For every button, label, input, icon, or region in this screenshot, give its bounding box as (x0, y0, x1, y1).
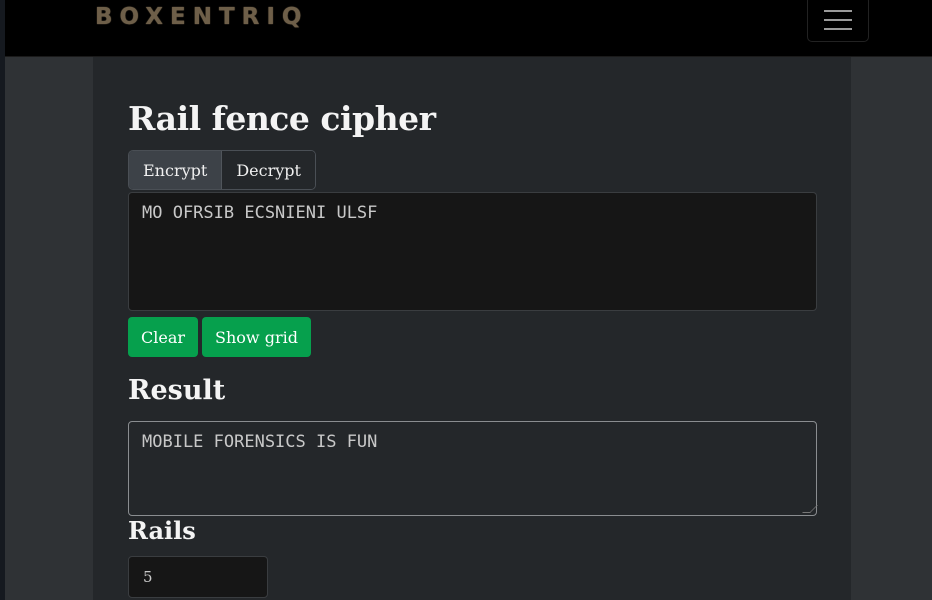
menu-bar (824, 28, 852, 30)
cipher-input-textarea[interactable]: MO OFRSIB ECSNIENI ULSF (128, 192, 817, 311)
mode-toggle-group: Encrypt Decrypt (128, 150, 316, 190)
result-text: MOBILE FORENSICS IS FUN (142, 432, 378, 452)
result-textarea[interactable]: MOBILE FORENSICS IS FUN (128, 421, 818, 516)
brand-logo[interactable]: BOXENTRIQ (95, 4, 308, 30)
menu-bar (824, 10, 852, 12)
hamburger-menu-icon[interactable] (807, 0, 869, 42)
left-edge (0, 0, 5, 600)
show-grid-button[interactable]: Show grid (202, 317, 311, 357)
menu-bar (824, 19, 852, 21)
resize-handle-icon[interactable] (802, 505, 818, 513)
result-heading: Result (128, 375, 226, 406)
rails-label: Rails (128, 516, 196, 545)
decrypt-tab[interactable]: Decrypt (222, 151, 315, 189)
page-title: Rail fence cipher (128, 99, 436, 138)
clear-button[interactable]: Clear (128, 317, 199, 357)
navbar: BOXENTRIQ (5, 0, 932, 57)
rails-number-input[interactable]: 5 (128, 556, 268, 598)
action-buttons: Clear Show grid (128, 317, 311, 357)
encrypt-tab[interactable]: Encrypt (129, 151, 223, 189)
main-content: Rail fence cipher Encrypt Decrypt MO OFR… (93, 57, 851, 600)
